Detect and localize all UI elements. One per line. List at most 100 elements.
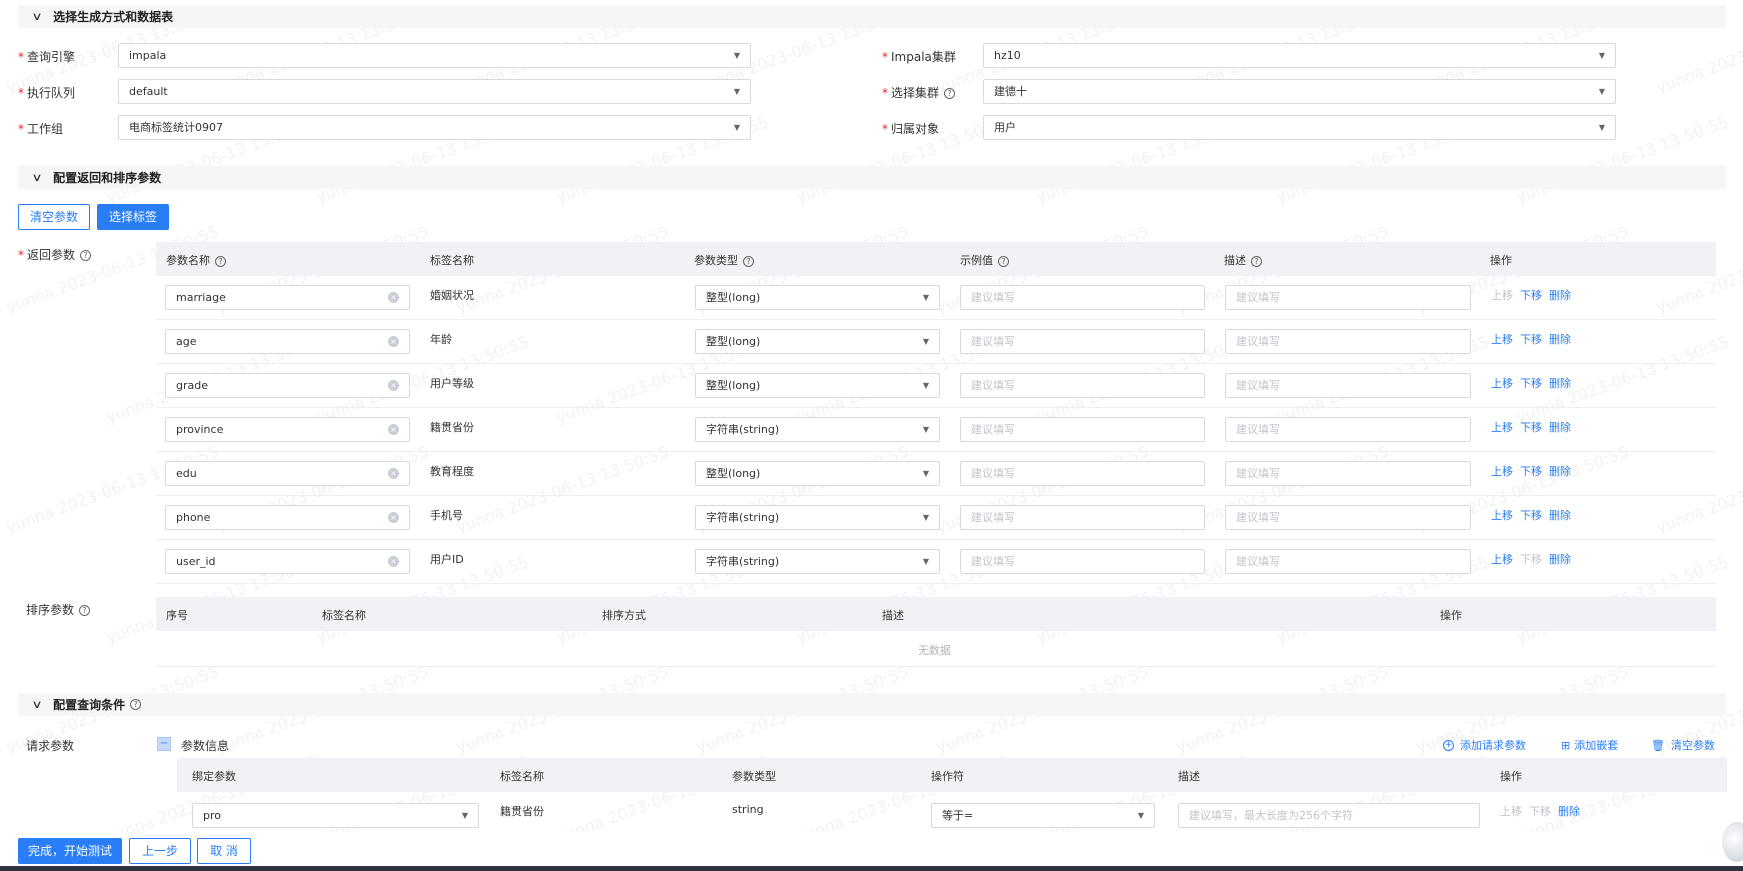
prev-step-button[interactable]: 上一步 — [129, 838, 191, 864]
help-icon[interactable]: ? — [80, 250, 92, 261]
move-up-button[interactable]: 上移 — [1491, 377, 1513, 390]
desc-input[interactable]: 建议填写 — [1225, 549, 1471, 574]
group-title: 参数信息 — [181, 739, 230, 753]
add-request-param-button[interactable]: + 添加请求参数 — [1443, 737, 1526, 753]
clear-request-button[interactable]: 🗑 清空参数 — [1651, 737, 1715, 753]
move-down-button[interactable]: 下移 — [1529, 805, 1551, 818]
help-icon[interactable]: ? — [743, 255, 754, 267]
clear-icon[interactable]: × — [388, 512, 399, 523]
help-icon[interactable]: ? — [130, 699, 142, 710]
help-icon[interactable]: ? — [1251, 255, 1262, 267]
chevron-down-icon: ∨ — [31, 698, 43, 711]
queue-select[interactable]: default ▼ — [118, 79, 751, 104]
owner-select[interactable]: 用户 ▼ — [983, 115, 1616, 140]
example-input[interactable]: 建议填写 — [960, 417, 1205, 442]
delete-button[interactable]: 删除 — [1549, 465, 1571, 478]
row-ops: 上移 下移 删除 — [1491, 287, 1578, 303]
desc-input[interactable]: 建议填写 — [1225, 417, 1471, 442]
cancel-button[interactable]: 取 消 — [197, 838, 251, 864]
param-name-input[interactable]: grade × — [165, 373, 410, 398]
move-up-button[interactable]: 上移 — [1491, 421, 1513, 434]
example-input[interactable]: 建议填写 — [960, 329, 1205, 354]
param-type-select[interactable]: 字符串(string) ▼ — [695, 505, 940, 530]
example-input[interactable]: 建议填写 — [960, 461, 1205, 486]
param-type-select[interactable]: 字符串(string) ▼ — [695, 549, 940, 574]
row-ops: 上移 下移 删除 — [1491, 551, 1578, 567]
add-nested-button[interactable]: ⊞ 添加嵌套 — [1561, 737, 1618, 753]
param-name-input[interactable]: phone × — [165, 505, 410, 530]
delete-button[interactable]: 删除 — [1549, 421, 1571, 434]
desc-input[interactable]: 建议填写 — [1225, 373, 1471, 398]
request-desc-input[interactable]: 建议填写，最大长度为256个字符 — [1178, 803, 1480, 828]
param-type-select[interactable]: 整型(long) ▼ — [695, 329, 940, 354]
desc-input[interactable]: 建议填写 — [1225, 461, 1471, 486]
section-header-generation[interactable]: ∨ 选择生成方式和数据表 — [18, 5, 1726, 28]
move-down-button[interactable]: 下移 — [1520, 421, 1542, 434]
move-up-button[interactable]: 上移 — [1491, 333, 1513, 346]
section-header-return[interactable]: ∨ 配置返回和排序参数 — [18, 166, 1726, 189]
param-name-input[interactable]: province × — [165, 417, 410, 442]
bind-param-select[interactable]: pro ▼ — [192, 803, 479, 828]
param-type-select[interactable]: 整型(long) ▼ — [695, 285, 940, 310]
desc-input[interactable]: 建议填写 — [1225, 285, 1471, 310]
group-label: * 工作组 — [18, 122, 64, 136]
param-name-input[interactable]: edu × — [165, 461, 410, 486]
col-index: 序号 — [166, 609, 188, 622]
param-name-input[interactable]: age × — [165, 329, 410, 354]
move-down-button[interactable]: 下移 — [1520, 465, 1542, 478]
clear-params-button[interactable]: 清空参数 — [18, 204, 90, 230]
clear-icon[interactable]: × — [388, 424, 399, 435]
help-icon[interactable]: ? — [79, 605, 91, 616]
move-down-button[interactable]: 下移 — [1520, 553, 1542, 566]
delete-button[interactable]: 删除 — [1549, 509, 1571, 522]
desc-input[interactable]: 建议填写 — [1225, 505, 1471, 530]
example-input[interactable]: 建议填写 — [960, 373, 1205, 398]
finish-test-button[interactable]: 完成，开始测试 — [18, 838, 122, 864]
delete-button[interactable]: 删除 — [1549, 289, 1571, 302]
move-down-button[interactable]: 下移 — [1520, 377, 1542, 390]
clear-icon[interactable]: × — [388, 380, 399, 391]
delete-button[interactable]: 删除 — [1558, 805, 1580, 818]
clear-icon[interactable]: × — [388, 556, 399, 567]
help-icon[interactable]: ? — [215, 255, 226, 267]
help-icon[interactable]: ? — [998, 255, 1009, 267]
clear-icon[interactable]: × — [388, 292, 399, 303]
move-down-button[interactable]: 下移 — [1520, 333, 1542, 346]
example-input[interactable]: 建议填写 — [960, 505, 1205, 530]
delete-button[interactable]: 删除 — [1549, 333, 1571, 346]
operator-select[interactable]: 等于= ▼ — [931, 803, 1155, 828]
group-select[interactable]: 电商标签统计0907 ▼ — [118, 115, 751, 140]
move-up-button[interactable]: 上移 — [1491, 289, 1513, 302]
queue-label: * 执行队列 — [18, 86, 76, 100]
tag-name: 用户ID — [430, 553, 464, 566]
move-up-button[interactable]: 上移 — [1500, 805, 1522, 818]
col-desc: 描述 — [882, 609, 904, 622]
clear-icon[interactable]: × — [388, 336, 399, 347]
collapse-icon[interactable]: − — [157, 737, 171, 751]
move-up-button[interactable]: 上移 — [1491, 553, 1513, 566]
select-tags-button[interactable]: 选择标签 — [97, 204, 169, 230]
desc-input[interactable]: 建议填写 — [1225, 329, 1471, 354]
clear-icon[interactable]: × — [388, 468, 399, 479]
help-icon[interactable]: ? — [944, 88, 956, 99]
example-input[interactable]: 建议填写 — [960, 285, 1205, 310]
divider — [156, 363, 1716, 364]
section-header-conditions[interactable]: ∨ 配置查询条件 ? — [18, 693, 1726, 716]
param-type-select[interactable]: 整型(long) ▼ — [695, 373, 940, 398]
move-down-button[interactable]: 下移 — [1520, 509, 1542, 522]
engine-label: * 查询引擎 — [18, 50, 76, 64]
example-input[interactable]: 建议填写 — [960, 549, 1205, 574]
param-type-select[interactable]: 整型(long) ▼ — [695, 461, 940, 486]
delete-button[interactable]: 删除 — [1549, 377, 1571, 390]
move-up-button[interactable]: 上移 — [1491, 465, 1513, 478]
move-up-button[interactable]: 上移 — [1491, 509, 1513, 522]
cluster-select[interactable]: hz10 ▼ — [983, 43, 1616, 68]
param-name-input[interactable]: marriage × — [165, 285, 410, 310]
engine-select[interactable]: impala ▼ — [118, 43, 751, 68]
move-down-button[interactable]: 下移 — [1520, 289, 1542, 302]
return-table-header: 参数名称? 标签名称 参数类型? 示例值? 描述? 操作 — [156, 242, 1716, 276]
param-name-input[interactable]: user_id × — [165, 549, 410, 574]
param-type-select[interactable]: 字符串(string) ▼ — [695, 417, 940, 442]
select-cluster-select[interactable]: 建德十 ▼ — [983, 79, 1616, 104]
delete-button[interactable]: 删除 — [1549, 553, 1571, 566]
